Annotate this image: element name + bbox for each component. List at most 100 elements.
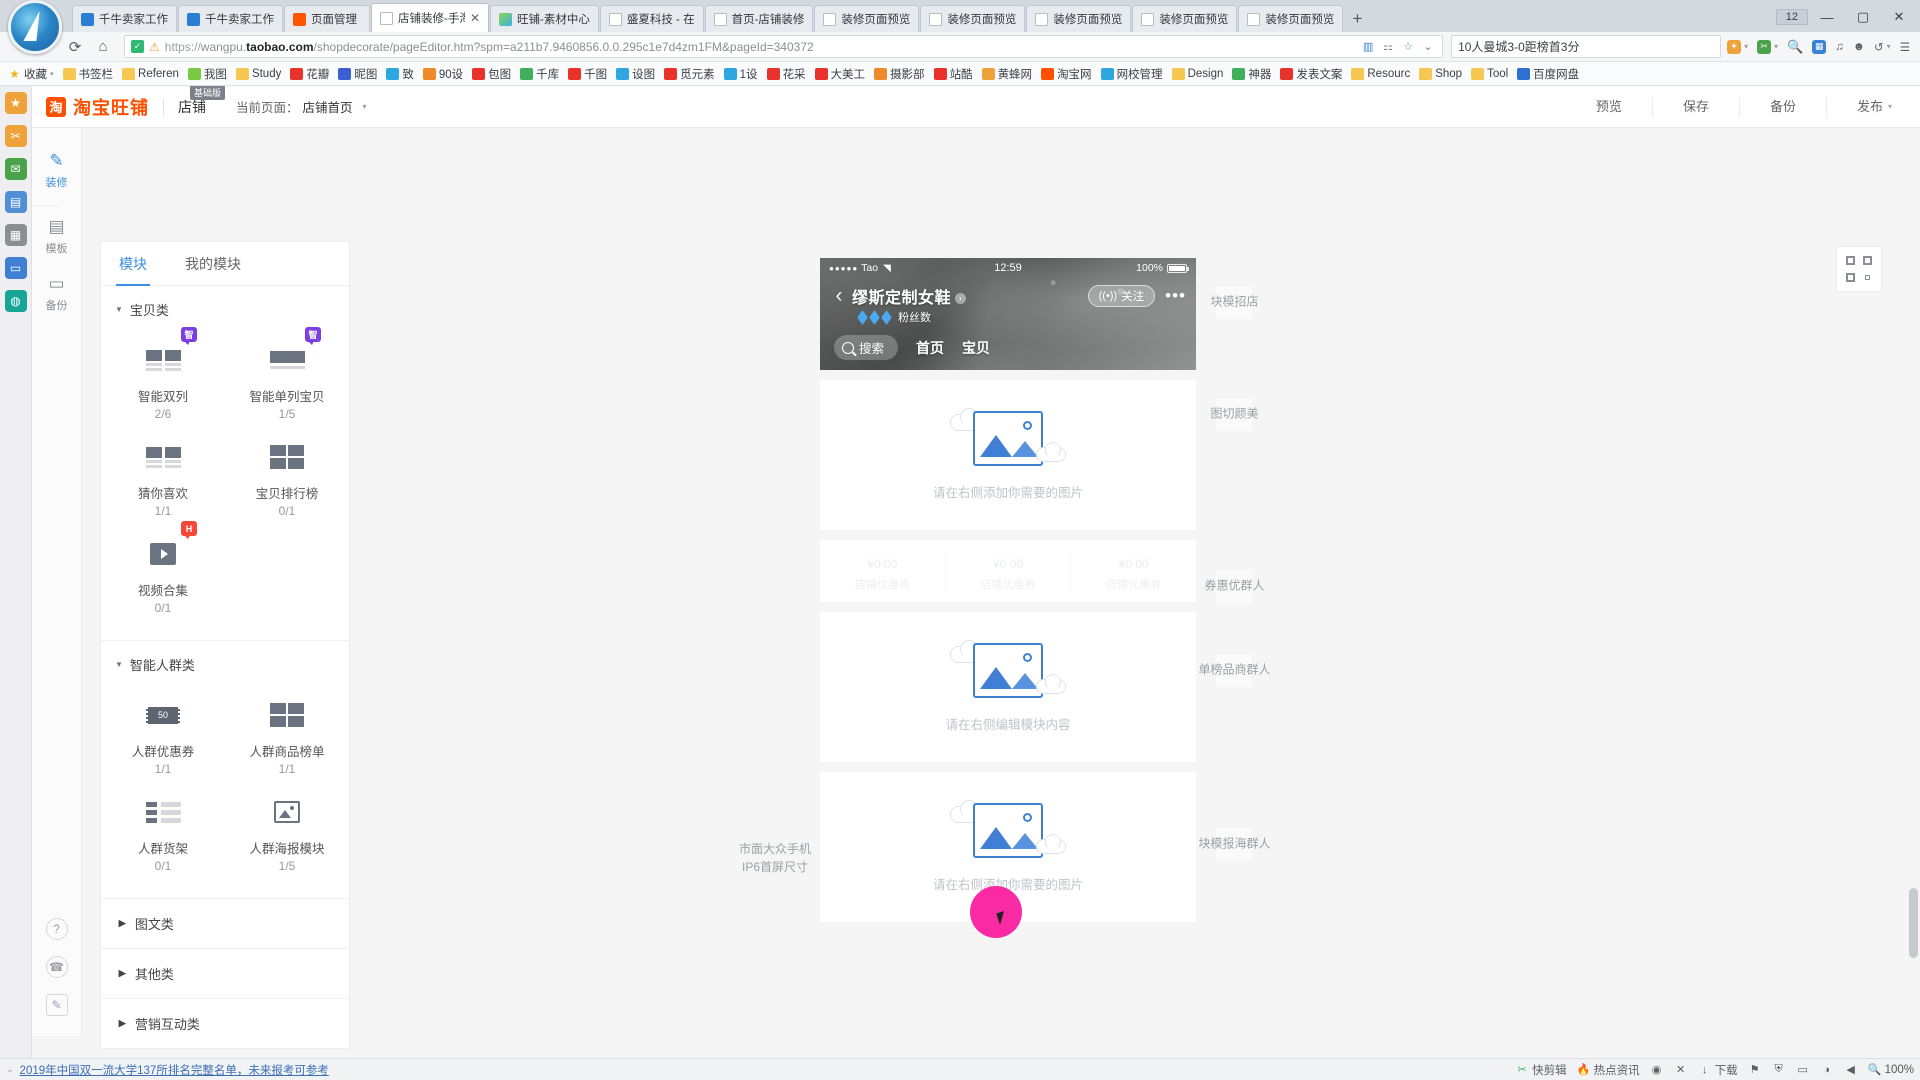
palette-module-人群优惠券[interactable]: 50 人群优惠券 1/1 <box>101 686 225 783</box>
bookmark-item[interactable]: 淘宝网 <box>1037 64 1096 84</box>
bookmark-item[interactable]: 90设 <box>419 64 467 84</box>
shop-detail-arrow-icon[interactable]: › <box>955 293 967 304</box>
bookmark-item[interactable]: 站酷 <box>930 64 977 84</box>
close-button[interactable]: ✕ <box>1882 4 1916 30</box>
translate-icon[interactable]: ▥ <box>1360 40 1376 54</box>
chevron-down-icon[interactable]: ⌄ <box>1420 40 1436 54</box>
bookmark-item[interactable]: 我图 <box>184 64 231 84</box>
coupon-cell[interactable]: ¥0.00 店铺优惠券 <box>820 550 946 592</box>
module-image-placeholder[interactable]: 请在右侧编辑模块内容 <box>820 612 1196 762</box>
tools-icon[interactable]: ✂ <box>4 125 27 147</box>
shop-search-button[interactable]: 搜索 <box>834 335 899 360</box>
palette-section-collapsed[interactable]: ▼ 营销互动类 <box>101 999 349 1048</box>
reload-icon[interactable]: ⟳ <box>62 35 88 59</box>
bookmark-item[interactable]: 花瓣 <box>286 64 333 84</box>
bookmark-item[interactable]: Referen <box>118 64 183 84</box>
status-sound-icon[interactable]: ◀ <box>1844 1063 1858 1077</box>
bookmark-item[interactable]: 千图 <box>564 64 611 84</box>
bookmark-item[interactable]: 千库 <box>516 64 563 84</box>
shield-tool[interactable]: ✦ ▾ <box>1723 35 1752 59</box>
browser-tab[interactable]: 装修页面预览 <box>1026 5 1132 32</box>
bookmark-item[interactable]: 昵图 <box>334 64 381 84</box>
palette-section-header[interactable]: ▼ 宝贝类 <box>101 286 349 329</box>
palette-module-人群货架[interactable]: 人群货架 0/1 <box>101 783 225 880</box>
bookmark-item[interactable]: Shop <box>1415 64 1466 84</box>
back-arrow-icon[interactable]: ‹ <box>826 284 852 308</box>
module-name-tag[interactable]: 店招模块 <box>1209 286 1259 319</box>
collapse-icon[interactable]: ⌄ <box>6 1064 14 1075</box>
chevron-down-icon[interactable]: ▾ <box>50 70 54 78</box>
palette-section-collapsed[interactable]: ▼ 其他类 <box>101 949 349 999</box>
bookmark-item[interactable]: 花采 <box>763 64 810 84</box>
status-shield-icon[interactable]: ⛨ <box>1772 1063 1786 1077</box>
bookmark-item[interactable]: 大美工 <box>811 64 870 84</box>
mail-icon[interactable]: ✉ <box>4 158 27 180</box>
extension-icon[interactable]: ⚏ <box>1380 40 1396 54</box>
module-name-tag[interactable]: 人群优惠券 <box>1203 570 1265 603</box>
star-icon[interactable]: ★ <box>4 92 27 114</box>
news-ticker[interactable]: 2019年中国双一流大学137所排名完整名单，未来报考可参考 <box>20 1062 329 1078</box>
note-icon[interactable]: ▤ <box>4 191 27 213</box>
status-window-icon[interactable]: ▭ <box>1796 1063 1810 1077</box>
minimize-button[interactable]: — <box>1810 4 1844 30</box>
browser-tab[interactable]: 装修页面预览 <box>920 5 1026 32</box>
maximize-button[interactable]: ▢ <box>1846 4 1880 30</box>
status-mute-icon[interactable]: ✕ <box>1674 1063 1688 1077</box>
palette-module-智能单列宝贝[interactable]: 智智能单列宝贝 1/5 <box>225 327 349 428</box>
status-flag-icon[interactable]: ⚑ <box>1748 1063 1762 1077</box>
bookmark-item[interactable]: 书签栏 <box>59 64 118 84</box>
publish-button[interactable]: 发布 ▾ <box>1827 97 1906 117</box>
menu-icon[interactable]: ☰ <box>1896 35 1914 59</box>
zoom-control[interactable]: 🔍 100% <box>1868 1063 1914 1077</box>
backup-button[interactable]: 备份 <box>1740 96 1827 117</box>
save-button[interactable]: 保存 <box>1653 96 1740 117</box>
bookmark-item[interactable]: 发表文案 <box>1276 64 1346 84</box>
status-cookie-icon[interactable]: ◉ <box>1650 1063 1664 1077</box>
tool-item-备份[interactable]: ▭ 备份 <box>32 265 82 322</box>
qr-code-button[interactable] <box>1836 246 1882 292</box>
browser-tab[interactable]: 装修页面预览 <box>1132 5 1238 32</box>
palette-module-视频合集[interactable]: H 视频合集 0/1 <box>101 521 225 622</box>
browser-tab[interactable]: 装修页面预览 <box>1238 5 1344 32</box>
apps-grid-icon[interactable]: ▦ <box>1808 35 1830 59</box>
status-download-icon[interactable]: ↓ 下载 <box>1698 1062 1738 1078</box>
close-icon[interactable]: ✕ <box>470 11 480 25</box>
bookmark-item[interactable]: 1设 <box>720 64 762 84</box>
coupon-cell[interactable]: ¥0.00 店铺优惠券 <box>946 550 1072 592</box>
palette-module-智能双列[interactable]: 智智能双列 2/6 <box>101 327 225 428</box>
palette-section-collapsed[interactable]: ▼ 图文类 <box>101 899 349 949</box>
search-input[interactable]: 10人曼城3-0距榜首3分 <box>1451 35 1722 58</box>
browser-tab[interactable]: 首页-店铺装修 <box>704 5 814 32</box>
module-name-tag[interactable]: 美颜切图 <box>1209 398 1259 431</box>
coupon-cell[interactable]: ¥0.00 店铺优惠券 <box>1071 551 1196 592</box>
bookmark-item[interactable]: 包图 <box>468 64 515 84</box>
current-page-selector[interactable]: 当前页面： 店铺首页 ▾ <box>236 97 367 116</box>
status-wifi-icon[interactable]: ◑ <box>1820 1063 1834 1077</box>
palette-module-宝贝排行榜[interactable]: 宝贝排行榜 0/1 <box>225 428 349 525</box>
browser-tab[interactable]: 页面管理 <box>284 5 370 32</box>
tool-item-装修[interactable]: ✎ 装修 <box>32 142 82 199</box>
bookmark-item[interactable]: 神器 <box>1228 64 1275 84</box>
history-icon[interactable]: ↺ ▾ <box>1870 35 1895 59</box>
feedback-icon[interactable]: ✎ <box>45 994 68 1016</box>
status-flame-icon[interactable]: 🔥 热点资讯 <box>1577 1062 1640 1078</box>
shop-banner[interactable]: ●●●●● Tao ◥ 12:59 100% ‹ 缪斯定制女鞋 › ((•)) … <box>820 258 1196 370</box>
module-name-tag[interactable]: 人群商品榜单 <box>1197 654 1271 687</box>
browser-tab[interactable]: 旺铺-素材中心 <box>490 5 599 32</box>
palette-tab-我的模块[interactable]: 我的模块 <box>185 242 241 286</box>
more-icon[interactable]: ••• <box>1165 286 1186 306</box>
address-bar[interactable]: ✓ ⚠ https://wangpu.taobao.com/shopdecora… <box>124 35 1444 58</box>
headset-icon[interactable]: ☎ <box>45 956 68 978</box>
browser-tab[interactable]: 千牛卖家工作 <box>72 5 177 32</box>
new-tab-button[interactable]: + <box>1344 6 1370 32</box>
bookmark-item[interactable]: 摄影部 <box>870 64 929 84</box>
bookmark-item[interactable]: Study <box>232 64 285 84</box>
canvas-scrollbar[interactable] <box>1909 288 1918 988</box>
bookmark-item[interactable]: ★ 收藏 ▾ <box>4 64 58 84</box>
palette-module-人群海报模块[interactable]: 人群海报模块 1/5 <box>225 783 349 880</box>
tool-item-模板[interactable]: ▤ 模板 <box>32 208 82 265</box>
palette-module-人群商品榜单[interactable]: 人群商品榜单 1/1 <box>225 686 349 783</box>
browser-tab[interactable]: 店铺装修-手淘 ✕ <box>371 3 489 32</box>
bookmark-item[interactable]: 黄蜂网 <box>978 64 1037 84</box>
bookmark-item[interactable]: 百度网盘 <box>1513 64 1583 84</box>
